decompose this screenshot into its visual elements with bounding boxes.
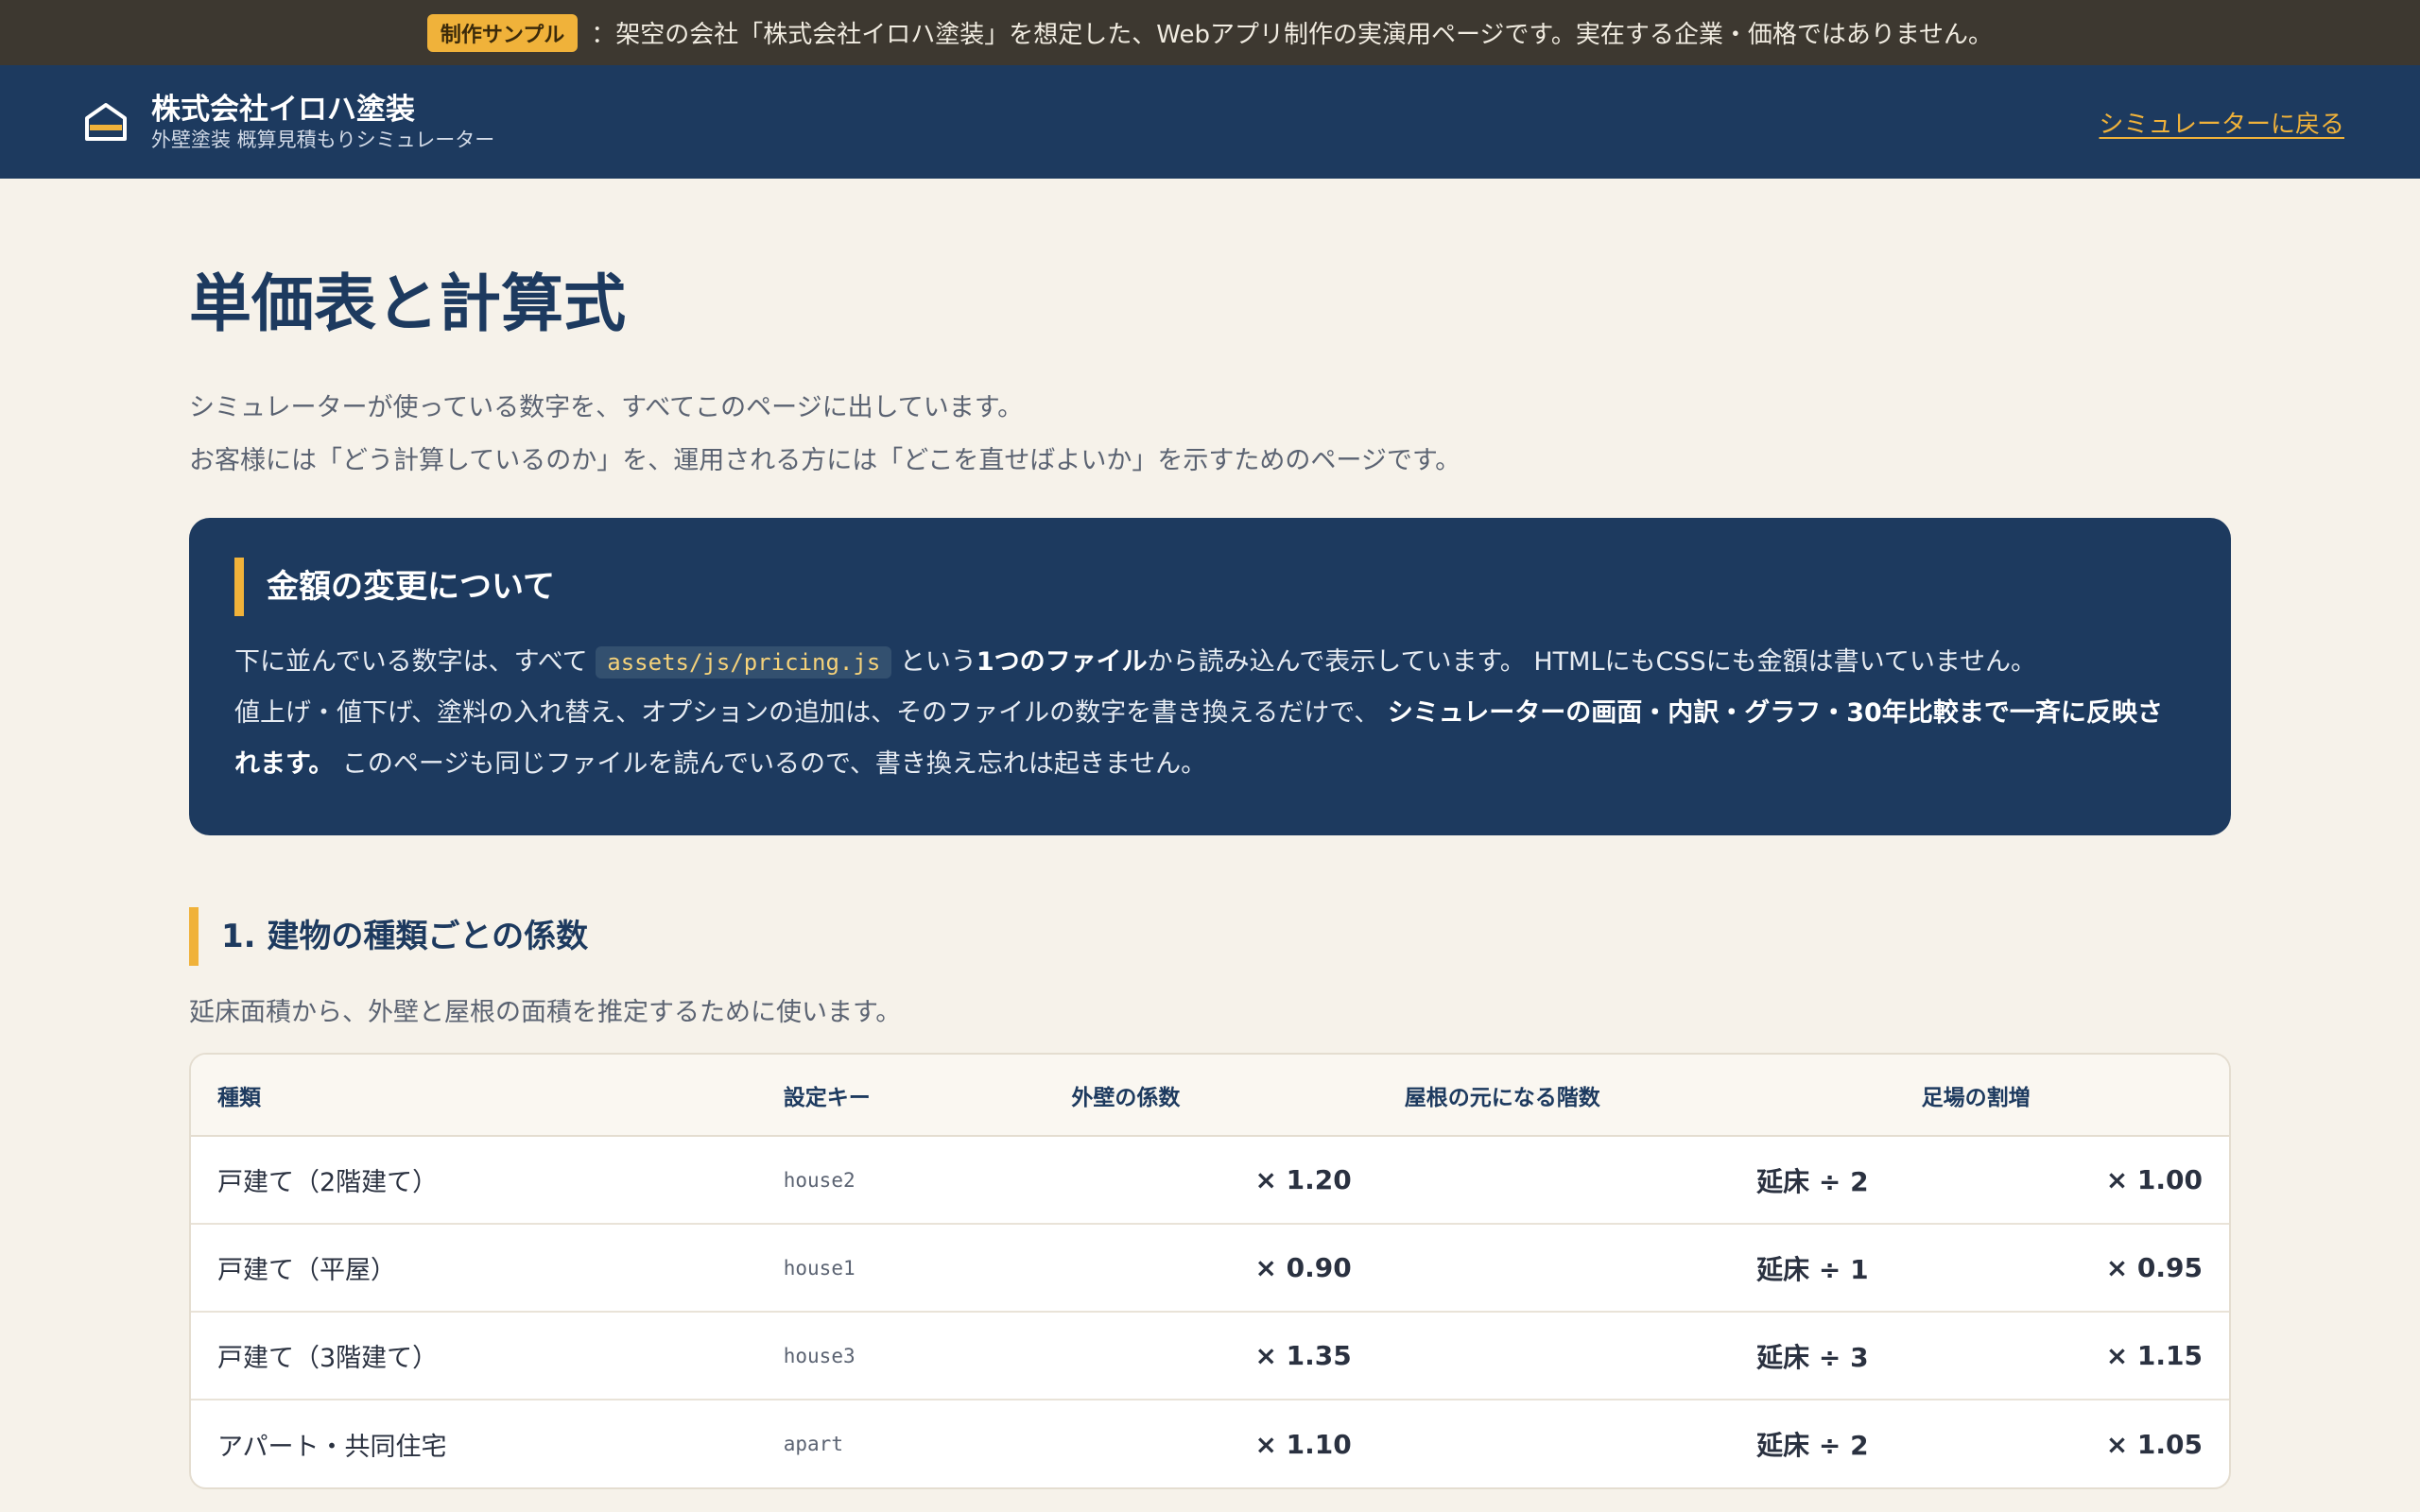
main-content: 単価表と計算式 シミュレーターが使っている数字を、すべてこのページに出しています… — [189, 179, 2231, 1489]
config-key: house1 — [756, 1224, 1046, 1313]
sample-notice-text: ：架空の会社「株式会社イロハ塗装」を想定した、Webアプリ制作の実演用ページです… — [591, 21, 1994, 49]
price-change-notice: 金額の変更について 下に並んでいる数字は、すべて assets/js/prici… — [189, 518, 2231, 835]
building-type: 戸建て（3階建て） — [191, 1312, 757, 1400]
sample-badge: 制作サンプル — [426, 13, 579, 52]
scaffold-multiplier: × 1.15 — [1894, 1312, 2229, 1400]
notice-emphasis: 1つのファイル — [976, 647, 1148, 677]
section-description: 延床面積から、外壁と屋根の面積を推定するために使います。 — [189, 998, 902, 1027]
scaffold-multiplier: × 1.05 — [2105, 1428, 2203, 1460]
page-title: 単価表と計算式 — [189, 267, 626, 340]
wall-coefficient: × 1.20 — [1045, 1136, 1378, 1225]
wall-coefficient: × 1.10 — [1254, 1428, 1352, 1460]
table-row: 戸建て（平屋） house1 × 0.90 延床 ÷ 1 × 0.95 — [191, 1224, 2229, 1313]
config-key: apart — [783, 1433, 843, 1455]
scaffold-multiplier: × 0.95 — [1894, 1224, 2229, 1313]
wall-coefficient: × 1.35 — [1045, 1312, 1378, 1400]
building-type: 戸建て（2階建て） — [191, 1136, 757, 1225]
roof-floor-divisor: 延床 ÷ 1 — [1377, 1224, 1895, 1313]
notice-text: 下に並んでいる数字は、すべて — [234, 647, 588, 677]
roof-floor-divisor: 延床 ÷ 3 — [1377, 1312, 1895, 1400]
column-header: 設定キー — [756, 1055, 1046, 1137]
config-key: house3 — [756, 1312, 1046, 1400]
back-to-simulator-link[interactable]: シミュレーターに戻る — [2100, 105, 2344, 140]
notice-heading: 金額の変更について — [234, 558, 2186, 616]
building-type: アパート・共同住宅 — [217, 1432, 447, 1462]
house-icon — [85, 103, 127, 141]
roof-floor-divisor: 延床 ÷ 2 — [1377, 1136, 1895, 1225]
site-header: 株式会社イロハ塗装 外壁塗装 概算見積もりシミュレーター シミュレーターに戻る — [0, 65, 2420, 179]
company-name: 株式会社イロハ塗装 — [151, 93, 415, 127]
notice-text: から読み込んで表示しています。 HTMLにもCSSにも金額は書いていません。 — [1147, 647, 2037, 677]
page-intro: シミュレーターが使っている数字を、すべてこのページに出しています。 お客様には「… — [189, 382, 2231, 488]
notice-body: 下に並んでいる数字は、すべて assets/js/pricing.js という1… — [234, 637, 2186, 790]
brand[interactable]: 株式会社イロハ塗装 外壁塗装 概算見積もりシミュレーター — [81, 92, 494, 152]
table-header-row: 種類 設定キー 外壁の係数 屋根の元になる階数 足場の割増 — [191, 1055, 2229, 1137]
scaffold-multiplier: × 1.00 — [1894, 1136, 2229, 1225]
column-header: 屋根の元になる階数 — [1377, 1055, 1895, 1137]
wall-coefficient: × 0.90 — [1045, 1224, 1378, 1313]
column-header: 種類 — [191, 1055, 757, 1137]
column-header: 足場の割増 — [1894, 1055, 2229, 1137]
roof-floor-divisor: 延床 ÷ 2 — [1756, 1430, 1869, 1461]
section-heading-building-coefficients: 1. 建物の種類ごとの係数 — [189, 907, 2231, 966]
notice-paragraph-1: 下に並んでいる数字は、すべて assets/js/pricing.js という1… — [234, 637, 2186, 688]
notice-paragraph-2: 値上げ・値下げ、塗料の入れ替え、オプションの追加は、そのファイルの数字を書き換え… — [234, 688, 2186, 790]
notice-text: 値上げ・値下げ、塗料の入れ替え、オプションの追加は、そのファイルの数字を書き換え… — [234, 698, 1380, 728]
building-type: 戸建て（平屋） — [191, 1224, 757, 1313]
notice-text: このページも同じファイルを読んでいるので、書き換え忘れは起きません。 — [341, 749, 1207, 779]
table-row: アパート・共同住宅 apart × 1.10 延床 ÷ 2 × 1.05 — [191, 1400, 2229, 1487]
coefficient-table: 種類 設定キー 外壁の係数 屋根の元になる階数 足場の割増 戸建て（2階建て） … — [189, 1053, 2231, 1489]
column-header: 外壁の係数 — [1045, 1055, 1378, 1137]
config-key: house2 — [756, 1136, 1046, 1225]
intro-line-1: シミュレーターが使っている数字を、すべてこのページに出しています。 — [189, 393, 1024, 422]
file-path-code: assets/js/pricing.js — [596, 646, 892, 679]
sample-notice-bar: 制作サンプル ：架空の会社「株式会社イロハ塗装」を想定した、Webアプリ制作の実… — [0, 0, 2420, 65]
table-row: 戸建て（2階建て） house2 × 1.20 延床 ÷ 2 × 1.00 — [191, 1136, 2229, 1225]
notice-text: という — [899, 647, 977, 677]
app-subtitle: 外壁塗装 概算見積もりシミュレーター — [151, 129, 495, 151]
table-row: 戸建て（3階建て） house3 × 1.35 延床 ÷ 3 × 1.15 — [191, 1312, 2229, 1400]
intro-line-2: お客様には「どう計算しているのか」を、運用される方には「どこを直せばよいか」を示… — [189, 446, 1461, 475]
